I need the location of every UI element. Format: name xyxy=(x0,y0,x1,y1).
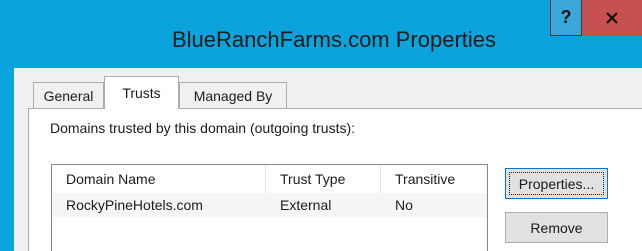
title-bar[interactable]: BlueRanchFarms.com Properties ? xyxy=(0,0,642,68)
tab-trusts-label: Trusts xyxy=(122,85,161,101)
tab-managed-by[interactable]: Managed By xyxy=(179,82,287,108)
cell-domain-name: RockyPineHotels.com xyxy=(66,197,203,213)
properties-dialog: BlueRanchFarms.com Properties ? General … xyxy=(0,0,642,251)
close-icon xyxy=(606,12,618,24)
column-trust-type[interactable]: Trust Type xyxy=(266,165,381,193)
properties-button[interactable]: Properties... xyxy=(505,168,608,199)
outgoing-trusts-list[interactable]: Domain Name Trust Type Transitive RockyP… xyxy=(51,164,488,251)
outgoing-trusts-label: Domains trusted by this domain (outgoing… xyxy=(50,120,356,136)
close-button[interactable] xyxy=(582,0,642,36)
column-domain-name[interactable]: Domain Name xyxy=(52,165,266,193)
tab-general[interactable]: General xyxy=(33,82,104,108)
cell-trust-type: External xyxy=(280,197,332,213)
remove-button[interactable]: Remove xyxy=(505,212,608,243)
help-button[interactable]: ? xyxy=(550,0,582,36)
tab-general-label: General xyxy=(43,87,94,104)
tab-trusts[interactable]: Trusts xyxy=(104,76,179,109)
remove-button-label: Remove xyxy=(530,219,583,236)
help-icon: ? xyxy=(560,7,572,27)
focus-rectangle xyxy=(509,172,604,195)
column-transitive[interactable]: Transitive xyxy=(381,165,487,193)
tab-managed-by-label: Managed By xyxy=(193,87,273,104)
list-header: Domain Name Trust Type Transitive xyxy=(52,165,487,193)
table-row[interactable]: RockyPineHotels.com External No xyxy=(52,193,487,217)
cell-transitive: No xyxy=(395,197,413,213)
window-title: BlueRanchFarms.com Properties xyxy=(172,27,497,52)
